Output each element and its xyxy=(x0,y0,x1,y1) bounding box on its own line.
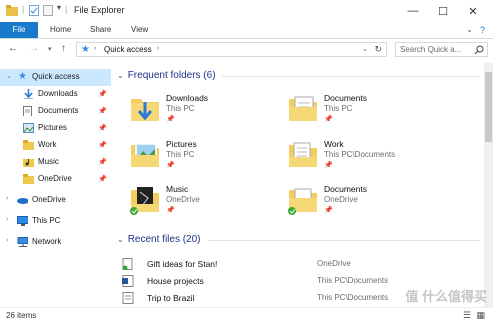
documents-folder-icon xyxy=(289,96,317,121)
expand-icon[interactable]: › xyxy=(6,237,8,244)
forward-icon[interactable]: → xyxy=(29,43,39,54)
up-icon[interactable]: ↑ xyxy=(61,43,66,54)
music-folder-icon xyxy=(130,187,159,215)
folder-icon xyxy=(23,174,34,184)
new-folder-icon[interactable] xyxy=(43,5,53,16)
recent-locations-icon[interactable]: ▾ xyxy=(48,45,52,53)
sidebar-item-work[interactable]: Work 📌 xyxy=(0,137,111,154)
folder-tile-onedrive-documents[interactable]: Documents OneDrive 📌 xyxy=(287,184,447,228)
onedrive-documents-folder-icon xyxy=(288,188,317,215)
back-icon[interactable]: ← xyxy=(8,43,18,54)
large-icons-view-icon[interactable]: ▦ xyxy=(476,310,485,321)
sidebar-item-pictures[interactable]: Pictures 📌 xyxy=(0,120,111,137)
address-row: ← → ▾ ↑ ★ › Quick access › ⌄ ↻ Search Qu… xyxy=(0,39,493,61)
qa-separator: | xyxy=(65,4,68,14)
refresh-icon[interactable]: ↻ xyxy=(374,44,382,55)
address-bar[interactable]: ★ › Quick access › ⌄ ↻ xyxy=(76,42,387,57)
content-pane: ⌄ Frequent folders (6) Downloads This PC … xyxy=(112,63,484,307)
downloads-folder-icon xyxy=(131,99,159,121)
folder-tile-music[interactable]: Music OneDrive 📌 xyxy=(129,184,289,228)
recent-file-row[interactable]: Gift ideas for Stan! OneDrive xyxy=(117,256,477,272)
folder-tile-downloads[interactable]: Downloads This PC 📌 xyxy=(129,93,289,137)
maximize-button[interactable]: ☐ xyxy=(428,0,458,22)
document-icon xyxy=(122,258,133,270)
item-count: 26 items xyxy=(6,311,37,320)
quick-access-star-icon: ★ xyxy=(81,44,90,55)
sidebar-item-quick-access[interactable]: ⌄ ★ Quick access xyxy=(0,69,111,86)
search-icon[interactable] xyxy=(474,45,484,55)
documents-icon xyxy=(23,106,32,116)
sidebar-item-downloads[interactable]: Downloads 📌 xyxy=(0,86,111,103)
recent-files-header[interactable]: ⌄ Recent files (20) xyxy=(117,234,201,248)
sidebar-item-network[interactable]: › Network xyxy=(0,234,111,251)
document-icon xyxy=(122,292,134,304)
minimize-button[interactable]: — xyxy=(398,0,428,22)
customize-qat-icon[interactable]: ▾ xyxy=(57,3,61,12)
sidebar-item-documents[interactable]: Documents 📌 xyxy=(0,103,111,120)
tab-home[interactable]: Home xyxy=(50,22,71,38)
pictures-icon xyxy=(23,123,34,133)
folder-tile-documents[interactable]: Documents This PC 📌 xyxy=(287,93,447,137)
ribbon-tabs: File Home Share View ⌄ ? xyxy=(0,22,493,39)
folder-tile-pictures[interactable]: Pictures This PC 📌 xyxy=(129,139,289,183)
pictures-folder-icon xyxy=(131,143,159,167)
breadcrumb-separator-icon[interactable]: › xyxy=(157,45,159,52)
pin-icon: 📌 xyxy=(166,207,175,214)
pin-icon: 📌 xyxy=(324,116,333,123)
tab-file[interactable]: File xyxy=(0,22,38,38)
status-bar: 26 items ☰ ▦ xyxy=(0,307,493,324)
pin-icon: 📌 xyxy=(166,162,175,169)
navigation-pane: ⌄ ★ Quick access Downloads 📌 Documents 📌… xyxy=(0,63,111,307)
folder-icon xyxy=(6,5,18,16)
pin-icon: 📌 xyxy=(324,207,333,214)
breadcrumb-separator-icon[interactable]: › xyxy=(94,45,96,52)
folder-tile-work[interactable]: Work This PC\Documents 📌 xyxy=(287,139,447,183)
sidebar-item-onedrive-documents[interactable]: OneDrive 📌 xyxy=(0,171,111,188)
collapse-icon[interactable]: ⌄ xyxy=(117,235,124,244)
work-folder-icon xyxy=(289,142,317,167)
pin-icon: 📌 xyxy=(98,142,107,149)
frequent-folders-header[interactable]: ⌄ Frequent folders (6) xyxy=(117,70,216,84)
cloud-icon xyxy=(17,198,28,204)
breadcrumb-quick-access[interactable]: Quick access xyxy=(104,45,152,54)
sidebar-item-onedrive[interactable]: › OneDrive xyxy=(0,192,111,209)
pin-icon: 📌 xyxy=(98,176,107,183)
details-view-icon[interactable]: ☰ xyxy=(463,310,471,321)
qa-separator: | xyxy=(22,4,25,14)
expand-icon[interactable]: › xyxy=(6,216,8,223)
pin-icon: 📌 xyxy=(324,162,333,169)
star-icon: ★ xyxy=(18,71,27,82)
expand-ribbon-icon[interactable]: ⌄ xyxy=(466,25,473,34)
music-icon xyxy=(23,159,34,167)
tab-view[interactable]: View xyxy=(131,22,148,38)
pin-icon: 📌 xyxy=(98,159,107,166)
folder-icon xyxy=(23,140,34,150)
sidebar-item-music[interactable]: Music 📌 xyxy=(0,154,111,171)
title-bar: | ▾ | File Explorer — ☐ ✕ xyxy=(0,0,493,22)
computer-icon xyxy=(17,216,28,226)
pin-icon: 📌 xyxy=(98,91,107,98)
pin-icon: 📌 xyxy=(166,116,175,123)
search-placeholder: Search Quick a... xyxy=(400,45,462,54)
expand-icon[interactable]: › xyxy=(6,195,8,202)
sidebar-item-this-pc[interactable]: › This PC xyxy=(0,213,111,230)
search-input[interactable]: Search Quick a... xyxy=(395,42,488,57)
pin-icon: 📌 xyxy=(98,125,107,132)
help-icon[interactable]: ? xyxy=(480,22,485,38)
network-icon xyxy=(17,237,28,247)
tab-share[interactable]: Share xyxy=(90,22,111,38)
window-title: File Explorer xyxy=(74,5,125,15)
scrollbar-thumb[interactable] xyxy=(485,72,492,142)
properties-icon[interactable] xyxy=(29,5,39,16)
section-divider xyxy=(222,76,480,77)
word-document-icon xyxy=(122,275,134,287)
collapse-icon[interactable]: ⌄ xyxy=(6,72,12,80)
collapse-icon[interactable]: ⌄ xyxy=(117,71,124,80)
close-button[interactable]: ✕ xyxy=(458,0,488,22)
pin-icon: 📌 xyxy=(98,108,107,115)
download-icon xyxy=(24,89,33,99)
address-dropdown-icon[interactable]: ⌄ xyxy=(362,45,368,53)
watermark: 值 什么值得买 xyxy=(405,289,487,304)
section-divider xyxy=(208,240,480,241)
